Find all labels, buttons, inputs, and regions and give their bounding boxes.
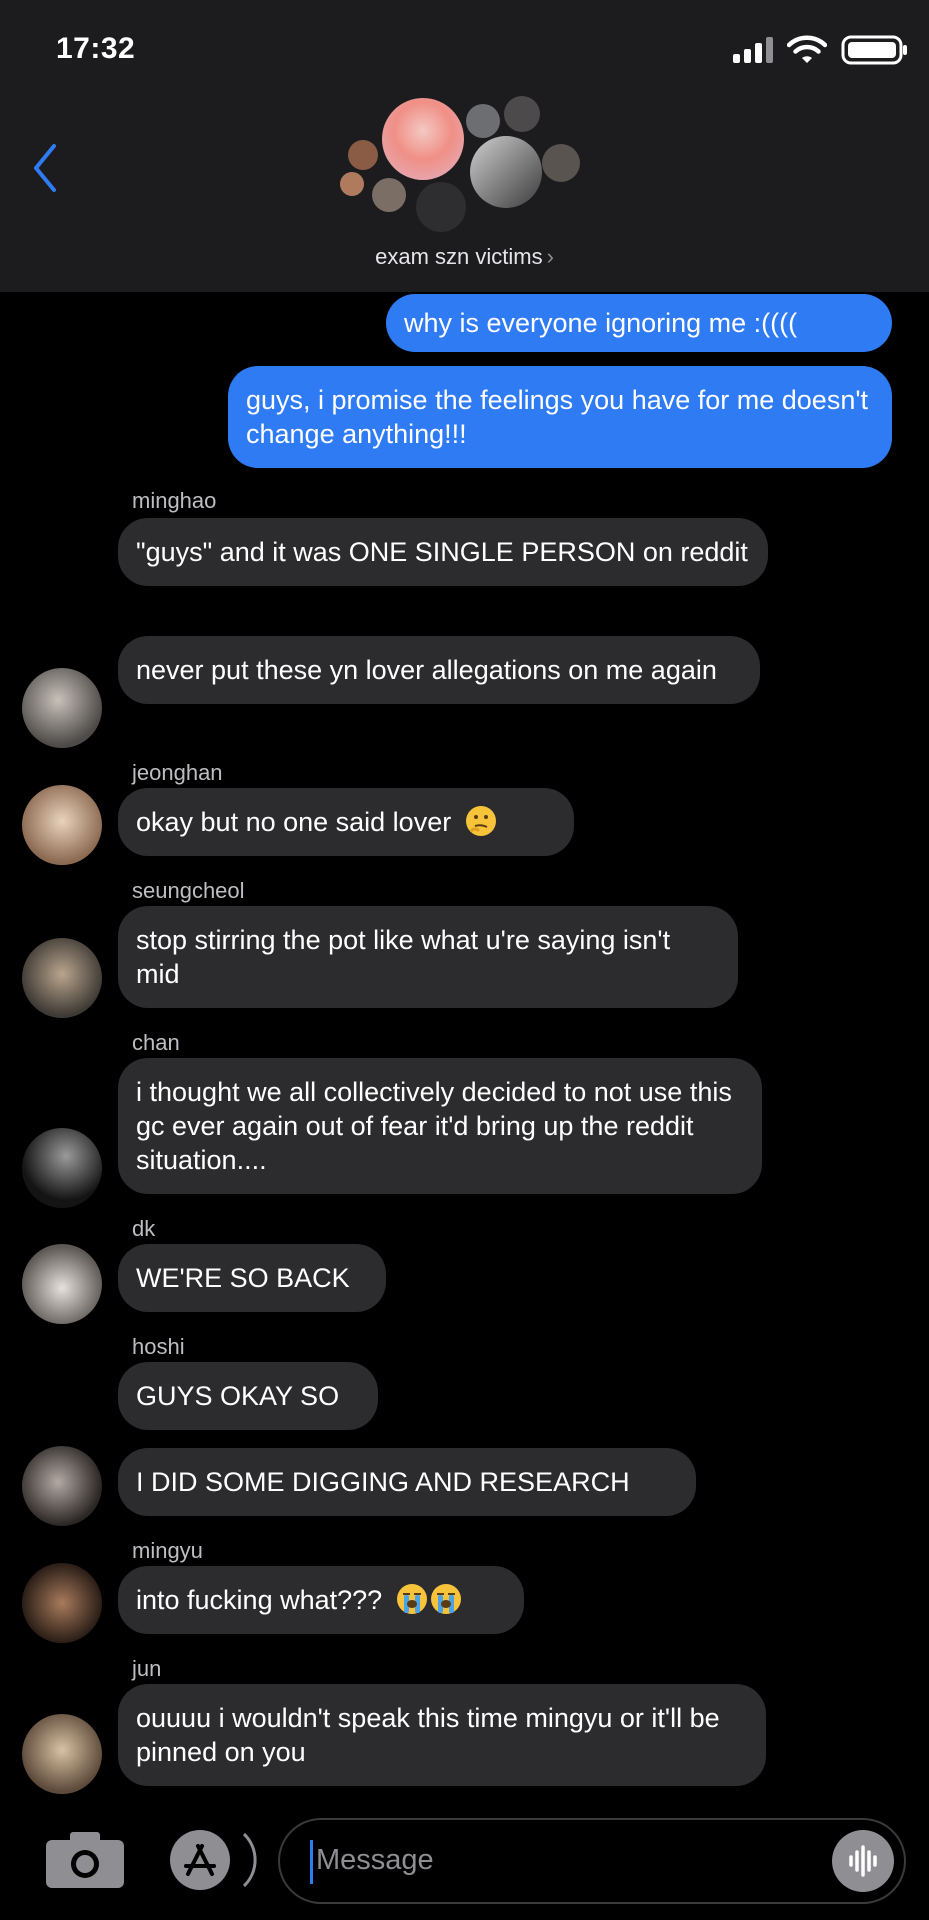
sender-name: chan [132,1030,180,1055]
sender-name: jeonghan [132,760,223,785]
sender-name: hoshi [132,1334,185,1359]
sender-name: jun [132,1656,162,1681]
group-avatar-main [382,98,464,180]
received-message[interactable]: into fucking what??? [118,1566,524,1634]
group-avatar-small [466,104,500,138]
loudly-crying-face-icon [396,1584,427,1614]
group-avatar-small [340,172,364,196]
group-avatar-cluster[interactable] [340,94,590,244]
sent-message[interactable]: why is everyone ignoring me :(((( [386,294,892,352]
received-message[interactable]: stop stirring the pot like what u're say… [118,906,738,1008]
received-message[interactable]: okay but no one said lover [118,788,574,856]
group-name: exam szn victims [375,244,543,269]
status-time: 17:32 [56,32,136,65]
voice-message-button[interactable] [832,1830,894,1892]
received-message[interactable]: I DID SOME DIGGING AND RESEARCH [118,1448,696,1516]
status-icons [733,34,909,66]
group-avatar-large [470,136,542,208]
sender-name: minghao [132,488,217,513]
audio-waveform-icon [849,1845,877,1877]
wifi-icon [787,35,827,63]
group-name-button[interactable]: exam szn victims › [0,244,929,270]
received-message[interactable]: WE'RE SO BACK [118,1244,386,1312]
sender-name: dk [132,1216,156,1241]
back-chevron-icon[interactable] [26,140,66,196]
avatar[interactable] [22,1563,102,1643]
message-placeholder: Message [316,1844,434,1876]
message-input[interactable]: Message [278,1818,906,1904]
avatar[interactable] [22,1446,102,1526]
avatar[interactable] [22,1714,102,1794]
sent-message[interactable]: guys, i promise the feelings you have fo… [228,366,892,468]
avatar[interactable] [22,668,102,748]
group-avatar-small [542,144,580,182]
avatar[interactable] [22,785,102,865]
chevron-right-icon: › [546,244,554,269]
received-message[interactable]: i thought we all collectively decided to… [118,1058,762,1194]
group-avatar-small [372,178,406,212]
avatar[interactable] [22,1128,102,1208]
received-message[interactable]: GUYS OKAY SO [118,1362,378,1430]
sender-name: seungcheol [132,878,245,903]
received-message[interactable]: never put these yn lover allegations on … [118,636,760,704]
avatar[interactable] [22,1244,102,1324]
received-message[interactable]: ouuuu i wouldn't speak this time mingyu … [118,1684,766,1786]
sender-name: mingyu [132,1538,203,1563]
cellular-signal-icon [733,37,773,63]
text-cursor [310,1840,313,1884]
group-avatar-small [416,182,466,232]
app-store-icon[interactable] [166,1826,258,1894]
avatar[interactable] [22,938,102,1018]
camera-icon[interactable] [44,1830,126,1890]
thinking-face-icon [465,806,496,836]
battery-icon [841,35,907,65]
group-avatar-small [504,96,540,132]
group-avatar-small [348,140,378,170]
loudly-crying-face-icon [430,1584,461,1614]
received-message[interactable]: "guys" and it was ONE SINGLE PERSON on r… [118,518,768,586]
conversation-header: 17:32 exam szn victims › [0,0,929,292]
